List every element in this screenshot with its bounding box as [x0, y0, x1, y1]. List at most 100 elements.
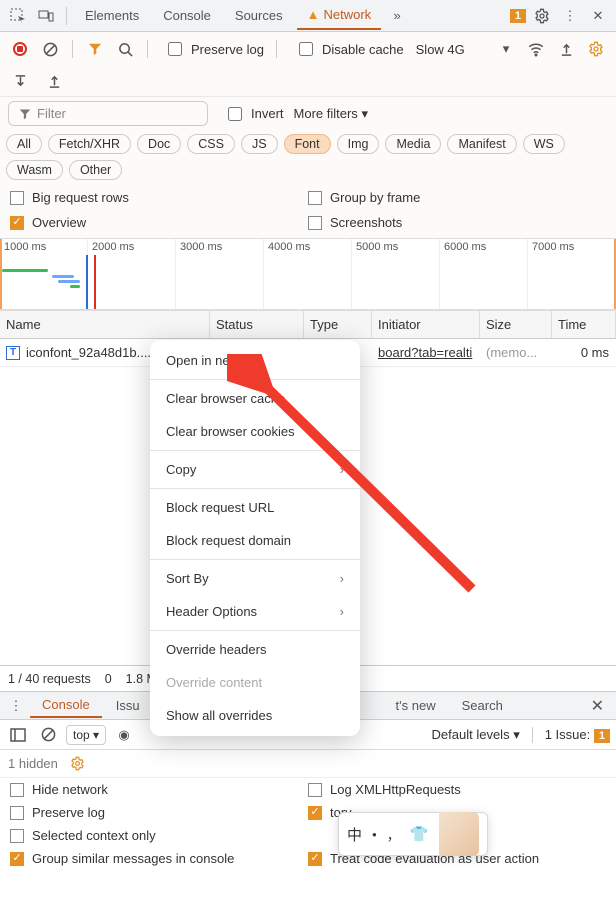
chevron-right-icon: ›	[340, 462, 344, 477]
selected-context-checkbox[interactable]: Selected context only	[10, 828, 308, 843]
chip-font[interactable]: Font	[284, 134, 331, 154]
timeline-left-handle[interactable]	[0, 239, 2, 309]
chip-css[interactable]: CSS	[187, 134, 235, 154]
col-size[interactable]: Size	[480, 311, 552, 338]
tick: 3000 ms	[176, 239, 264, 309]
disable-cache-checkbox[interactable]: Disable cache	[295, 39, 404, 59]
chip-manifest[interactable]: Manifest	[447, 134, 516, 154]
col-time[interactable]: Time	[552, 311, 616, 338]
col-initiator[interactable]: Initiator	[372, 311, 480, 338]
drawer-kebab-icon[interactable]: ⋮	[4, 694, 28, 718]
status-requests: 1 / 40 requests	[8, 672, 91, 686]
group-frame-label: Group by frame	[330, 190, 420, 205]
big-rows-checkbox[interactable]: Big request rows	[10, 190, 308, 205]
ime-widget[interactable]: 中 ● ， 👕	[338, 812, 488, 856]
search-icon[interactable]	[113, 37, 137, 61]
chevron-right-icon: ›	[340, 571, 344, 586]
tab-sources[interactable]: Sources	[225, 2, 293, 29]
filter-icon[interactable]	[83, 37, 107, 61]
context-select[interactable]: top ▾	[66, 725, 106, 745]
group-frame-checkbox[interactable]: Group by frame	[308, 190, 606, 205]
tab-elements[interactable]: Elements	[75, 2, 149, 29]
eye-icon[interactable]: ◉	[112, 723, 136, 747]
network-settings-gear-icon[interactable]	[584, 37, 608, 61]
ctx-block-domain[interactable]: Block request domain	[150, 524, 360, 557]
log-xml-checkbox[interactable]: Log XMLHttpRequests	[308, 782, 606, 797]
wifi-icon[interactable]	[524, 37, 548, 61]
preserve-log-checkbox[interactable]: Preserve log	[164, 39, 264, 59]
console-sidebar-icon[interactable]	[6, 723, 30, 747]
console-settings-gear-icon[interactable]	[66, 752, 90, 776]
ctx-clear-cache[interactable]: Clear browser cache	[150, 382, 360, 415]
more-filters[interactable]: More filters ▾	[294, 106, 368, 122]
invert-checkbox[interactable]: Invert	[224, 104, 284, 124]
divider	[147, 40, 148, 58]
clear-icon[interactable]	[38, 37, 62, 61]
ctx-clear-cookies[interactable]: Clear browser cookies	[150, 415, 360, 448]
drawer-tab-search[interactable]: Search	[450, 694, 515, 717]
ime-dot-icon: ●	[372, 830, 377, 839]
export-har-icon[interactable]	[8, 69, 32, 93]
ctx-header-options[interactable]: Header Options›	[150, 595, 360, 628]
close-icon[interactable]: ✕	[586, 4, 610, 28]
col-name[interactable]: Name	[0, 311, 210, 338]
chip-img[interactable]: Img	[337, 134, 380, 154]
ctx-override-headers[interactable]: Override headers	[150, 633, 360, 666]
drawer-tab-console[interactable]: Console	[30, 693, 102, 718]
ctx-sort-by[interactable]: Sort By›	[150, 562, 360, 595]
levels-select[interactable]: Default levels ▾	[432, 727, 520, 743]
device-icon[interactable]	[34, 4, 58, 28]
overview-label: Overview	[32, 215, 86, 230]
timeline-bar	[52, 275, 74, 278]
hide-network-checkbox[interactable]: Hide network	[10, 782, 308, 797]
type-chips: All Fetch/XHR Doc CSS JS Font Img Media …	[0, 130, 616, 184]
drawer-close-icon[interactable]: ✕	[583, 696, 612, 716]
ime-lang: 中	[347, 824, 362, 845]
chip-all[interactable]: All	[6, 134, 42, 154]
drawer-tab-whatsnew[interactable]: t's new	[384, 694, 448, 717]
overview-timeline[interactable]: 1000 ms 2000 ms 3000 ms 4000 ms 5000 ms …	[0, 238, 616, 310]
chip-other[interactable]: Other	[69, 160, 122, 180]
kebab-icon[interactable]: ⋮	[558, 4, 582, 28]
ctx-copy[interactable]: Copy›	[150, 453, 360, 486]
upload-icon[interactable]	[554, 37, 578, 61]
chip-xhr[interactable]: Fetch/XHR	[48, 134, 131, 154]
group-messages-checkbox[interactable]: Group similar messages in console	[10, 851, 308, 866]
gear-icon[interactable]	[530, 4, 554, 28]
col-type[interactable]: Type	[304, 311, 372, 338]
screenshots-label: Screenshots	[330, 215, 402, 230]
more-tabs-icon[interactable]: »	[385, 4, 409, 28]
label: Selected context only	[32, 828, 156, 843]
chip-media[interactable]: Media	[385, 134, 441, 154]
tab-console[interactable]: Console	[153, 2, 221, 29]
record-icon[interactable]	[8, 37, 32, 61]
issues-link[interactable]: 1 Issue: 1	[545, 727, 610, 742]
tab-network[interactable]: ▲Network	[297, 1, 382, 30]
network-options: Big request rows Group by frame Overview…	[0, 184, 616, 238]
ctx-show-overrides[interactable]: Show all overrides	[150, 699, 360, 732]
caret-down-icon: ▾	[361, 106, 368, 121]
drawer-tab-issues[interactable]: Issu	[104, 694, 152, 717]
hidden-count: 1 hidden	[8, 756, 58, 771]
throttle-select[interactable]: Slow 4G	[416, 42, 465, 57]
inspect-icon[interactable]	[6, 4, 30, 28]
console-clear-icon[interactable]	[36, 723, 60, 747]
overview-checkbox[interactable]: Overview	[10, 215, 308, 230]
filter-input[interactable]: Filter	[8, 101, 208, 126]
preserve-log-console-checkbox[interactable]: Preserve log	[10, 805, 308, 820]
chip-wasm[interactable]: Wasm	[6, 160, 63, 180]
tick: 2000 ms	[88, 239, 176, 309]
load-marker	[94, 255, 96, 309]
error-badge[interactable]: 1	[510, 9, 526, 23]
filter-placeholder: Filter	[37, 106, 66, 121]
chip-ws[interactable]: WS	[523, 134, 565, 154]
chip-js[interactable]: JS	[241, 134, 278, 154]
import-har-icon[interactable]	[42, 69, 66, 93]
ctx-block-url[interactable]: Block request URL	[150, 491, 360, 524]
throttle-caret-icon[interactable]: ▾	[494, 37, 518, 61]
screenshots-checkbox[interactable]: Screenshots	[308, 215, 606, 230]
col-status[interactable]: Status	[210, 311, 304, 338]
ctx-open-new-tab[interactable]: Open in new tab	[150, 344, 360, 377]
label: Hide network	[32, 782, 108, 797]
chip-doc[interactable]: Doc	[137, 134, 181, 154]
